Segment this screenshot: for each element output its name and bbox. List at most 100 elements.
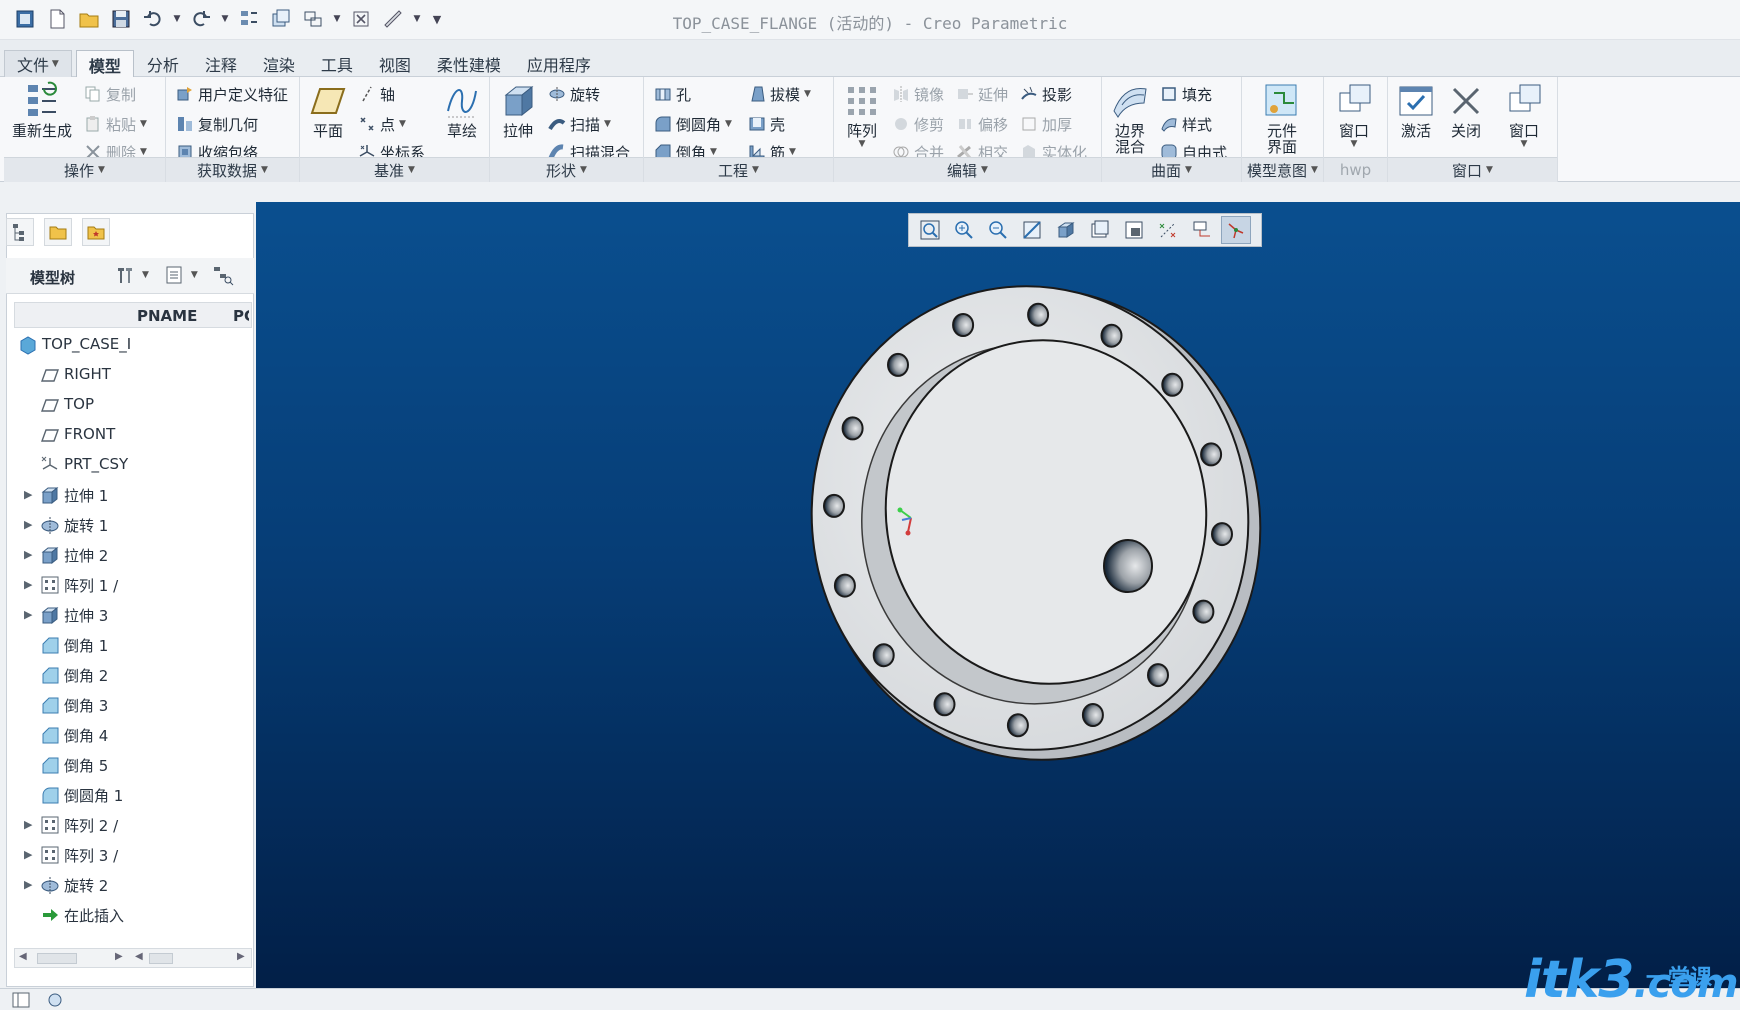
round-button[interactable]: 倒圆角 ▼ bbox=[654, 111, 732, 137]
bolt-hole[interactable] bbox=[933, 692, 956, 717]
tree-item[interactable]: 倒角 4 bbox=[14, 720, 252, 750]
close-button[interactable]: 关闭 bbox=[1446, 81, 1486, 139]
datum-display-button[interactable] bbox=[1153, 216, 1183, 244]
tree-filter-icon[interactable] bbox=[212, 264, 234, 286]
bolt-hole[interactable] bbox=[872, 643, 895, 668]
repaint-button[interactable] bbox=[1017, 216, 1047, 244]
window-button[interactable]: 窗口 ▼ bbox=[1504, 81, 1544, 149]
paste-button[interactable]: 粘贴 ▼ bbox=[84, 111, 147, 137]
scroll-thumb[interactable] bbox=[149, 953, 173, 964]
udf-button[interactable]: 用户定义特征 bbox=[176, 81, 288, 107]
group-engineering-label[interactable]: 工程 ▼ bbox=[644, 157, 833, 182]
group-model-intent-label[interactable]: 模型意图 ▼ bbox=[1242, 157, 1323, 182]
scroll-left-icon[interactable]: ◀ bbox=[135, 951, 143, 962]
regenerate-button[interactable]: 重新生成 bbox=[12, 81, 72, 139]
tree-item[interactable]: ▶ 旋转 1 bbox=[14, 510, 252, 540]
shell-button[interactable]: 壳 bbox=[748, 111, 785, 137]
tab-model[interactable]: 模型 bbox=[75, 50, 134, 78]
tree-item[interactable]: TOP_CASE_I bbox=[14, 330, 252, 360]
tree-item[interactable]: 倒角 1 bbox=[14, 630, 252, 660]
draft-button[interactable]: 拔模 ▼ bbox=[748, 81, 811, 107]
group-get-data-label[interactable]: 获取数据 ▼ bbox=[166, 157, 299, 182]
copy-geometry-button[interactable]: 复制几何 bbox=[176, 111, 258, 137]
group-datum-label[interactable]: 基准 ▼ bbox=[300, 157, 489, 182]
zoom-in-button[interactable] bbox=[949, 216, 979, 244]
hwp-window-button[interactable]: 窗口 ▼ bbox=[1334, 81, 1374, 149]
bolt-hole[interactable] bbox=[833, 573, 856, 598]
tree-item[interactable]: 倒圆角 1 bbox=[14, 780, 252, 810]
expand-arrow-icon[interactable]: ▶ bbox=[24, 488, 32, 501]
browser-toggle-icon[interactable] bbox=[44, 991, 66, 1009]
expand-arrow-icon[interactable]: ▶ bbox=[24, 848, 32, 861]
axis-button[interactable]: 轴 bbox=[358, 81, 395, 107]
saved-orientations-button[interactable] bbox=[1085, 216, 1115, 244]
sketch-button[interactable]: 草绘 bbox=[442, 81, 482, 139]
tree-item[interactable]: ▶ 拉伸 1 bbox=[14, 480, 252, 510]
expand-arrow-icon[interactable]: ▶ bbox=[24, 518, 32, 531]
folder-browser-tab[interactable] bbox=[44, 218, 72, 246]
group-operations-label[interactable]: 操作 ▼ bbox=[4, 157, 165, 182]
tree-item[interactable]: ▶ 阵列 2 / bbox=[14, 810, 252, 840]
offset-button[interactable]: 偏移 bbox=[956, 111, 1008, 137]
tree-item[interactable]: ▶ 阵列 3 / bbox=[14, 840, 252, 870]
scroll-left-icon[interactable]: ◀ bbox=[19, 951, 27, 962]
tab-render[interactable]: 渲染 bbox=[250, 50, 308, 77]
display-style-button[interactable] bbox=[1051, 216, 1081, 244]
tree-item[interactable]: ▶ 拉伸 3 bbox=[14, 600, 252, 630]
bolt-hole[interactable] bbox=[1027, 302, 1050, 327]
bolt-hole[interactable] bbox=[1211, 522, 1233, 547]
fill-button[interactable]: 填充 bbox=[1160, 81, 1212, 107]
model-tree-tab[interactable] bbox=[6, 218, 34, 246]
tree-item[interactable]: ▶ 旋转 2 bbox=[14, 870, 252, 900]
bolt-hole[interactable] bbox=[841, 416, 864, 441]
point-button[interactable]: 点 ▼ bbox=[358, 111, 406, 137]
style-button[interactable]: 样式 bbox=[1160, 111, 1212, 137]
expand-arrow-icon[interactable]: ▶ bbox=[24, 548, 32, 561]
chevron-down-icon[interactable]: ▼ bbox=[142, 270, 149, 280]
tree-item[interactable]: ▶ 拉伸 2 bbox=[14, 540, 252, 570]
group-shapes-label[interactable]: 形状 ▼ bbox=[490, 157, 643, 182]
hole-button[interactable]: 孔 bbox=[654, 81, 691, 107]
bolt-hole[interactable] bbox=[823, 493, 845, 518]
navigator-toggle-icon[interactable] bbox=[10, 991, 32, 1009]
tab-analysis[interactable]: 分析 bbox=[134, 50, 192, 77]
tree-item[interactable]: TOP bbox=[14, 390, 252, 420]
tab-tools[interactable]: 工具 bbox=[308, 50, 366, 77]
column-pc[interactable]: PC bbox=[233, 307, 249, 325]
scroll-right-icon[interactable]: ▶ bbox=[237, 951, 245, 962]
bolt-hole[interactable] bbox=[1200, 442, 1223, 467]
group-surfaces-label[interactable]: 曲面 ▼ bbox=[1102, 157, 1241, 182]
chevron-down-icon[interactable]: ▼ bbox=[191, 270, 198, 280]
tree-item[interactable]: 倒角 5 bbox=[14, 750, 252, 780]
mirror-button[interactable]: 镜像 bbox=[892, 81, 944, 107]
boundary-blend-button[interactable]: 边界混合 bbox=[1110, 81, 1150, 155]
tree-settings-icon[interactable] bbox=[114, 264, 136, 286]
large-hole[interactable] bbox=[1103, 539, 1153, 593]
tab-applications[interactable]: 应用程序 bbox=[514, 50, 604, 77]
tree-item[interactable]: FRONT bbox=[14, 420, 252, 450]
bolt-hole[interactable] bbox=[1100, 323, 1123, 348]
bolt-hole[interactable] bbox=[1147, 663, 1169, 688]
expand-arrow-icon[interactable]: ▶ bbox=[24, 578, 32, 591]
thicken-button[interactable]: 加厚 bbox=[1020, 111, 1072, 137]
copy-button[interactable]: 复制 bbox=[84, 81, 136, 107]
sweep-button[interactable]: 扫描 ▼ bbox=[548, 111, 611, 137]
tree-item[interactable]: RIGHT bbox=[14, 360, 252, 390]
tree-item[interactable]: PRT_CSY bbox=[14, 450, 252, 480]
extend-button[interactable]: 延伸 bbox=[956, 81, 1008, 107]
annotation-display-button[interactable] bbox=[1187, 216, 1217, 244]
group-window-label[interactable]: 窗口 ▼ bbox=[1388, 157, 1557, 182]
bolt-hole[interactable] bbox=[1006, 713, 1029, 738]
spin-center-button[interactable] bbox=[1221, 216, 1251, 244]
tab-file[interactable]: 文件 ▼ bbox=[4, 50, 72, 77]
activate-button[interactable]: 激活 bbox=[1396, 81, 1436, 139]
expand-arrow-icon[interactable]: ▶ bbox=[24, 818, 32, 831]
tab-flexible-modeling[interactable]: 柔性建模 bbox=[424, 50, 514, 77]
tree-item[interactable]: 在此插入 bbox=[14, 900, 252, 930]
refit-button[interactable] bbox=[915, 216, 945, 244]
group-editing-label[interactable]: 编辑 ▼ bbox=[834, 157, 1101, 182]
component-interface-button[interactable]: 元件界面 bbox=[1262, 81, 1302, 155]
tab-annotate[interactable]: 注释 bbox=[192, 50, 250, 77]
show-menu-icon[interactable] bbox=[163, 264, 185, 286]
zoom-out-button[interactable] bbox=[983, 216, 1013, 244]
